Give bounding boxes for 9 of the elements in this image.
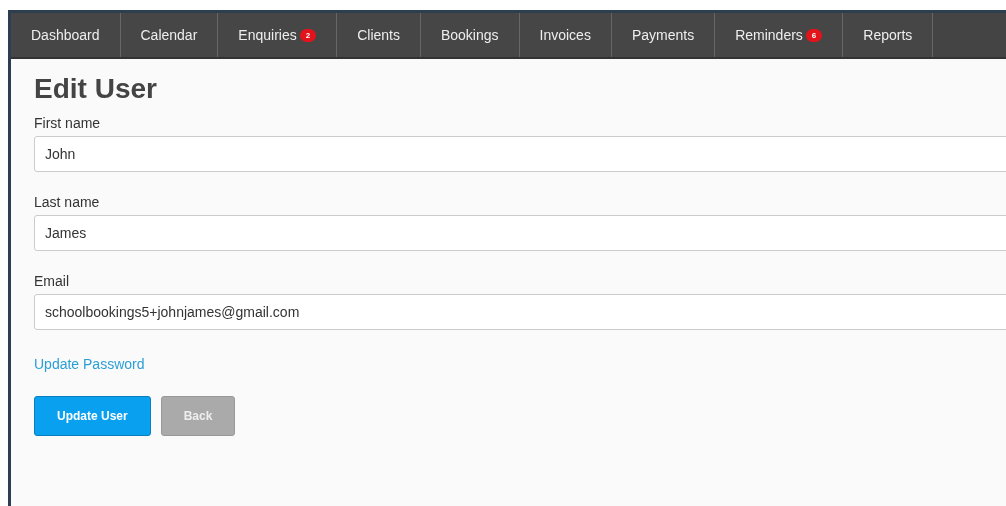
input-field[interactable]: schoolbookings5+johnjames@gmail.com — [34, 294, 1006, 330]
input-field[interactable]: James — [34, 215, 1006, 251]
page-title: Edit User — [34, 73, 158, 105]
count-badge: 6 — [805, 28, 823, 42]
field-label: Email — [34, 273, 70, 289]
field-label: First name — [34, 115, 102, 131]
count-badge: 2 — [299, 28, 317, 42]
field-label: Last name — [34, 194, 101, 210]
input-field[interactable]: John — [34, 136, 1006, 172]
